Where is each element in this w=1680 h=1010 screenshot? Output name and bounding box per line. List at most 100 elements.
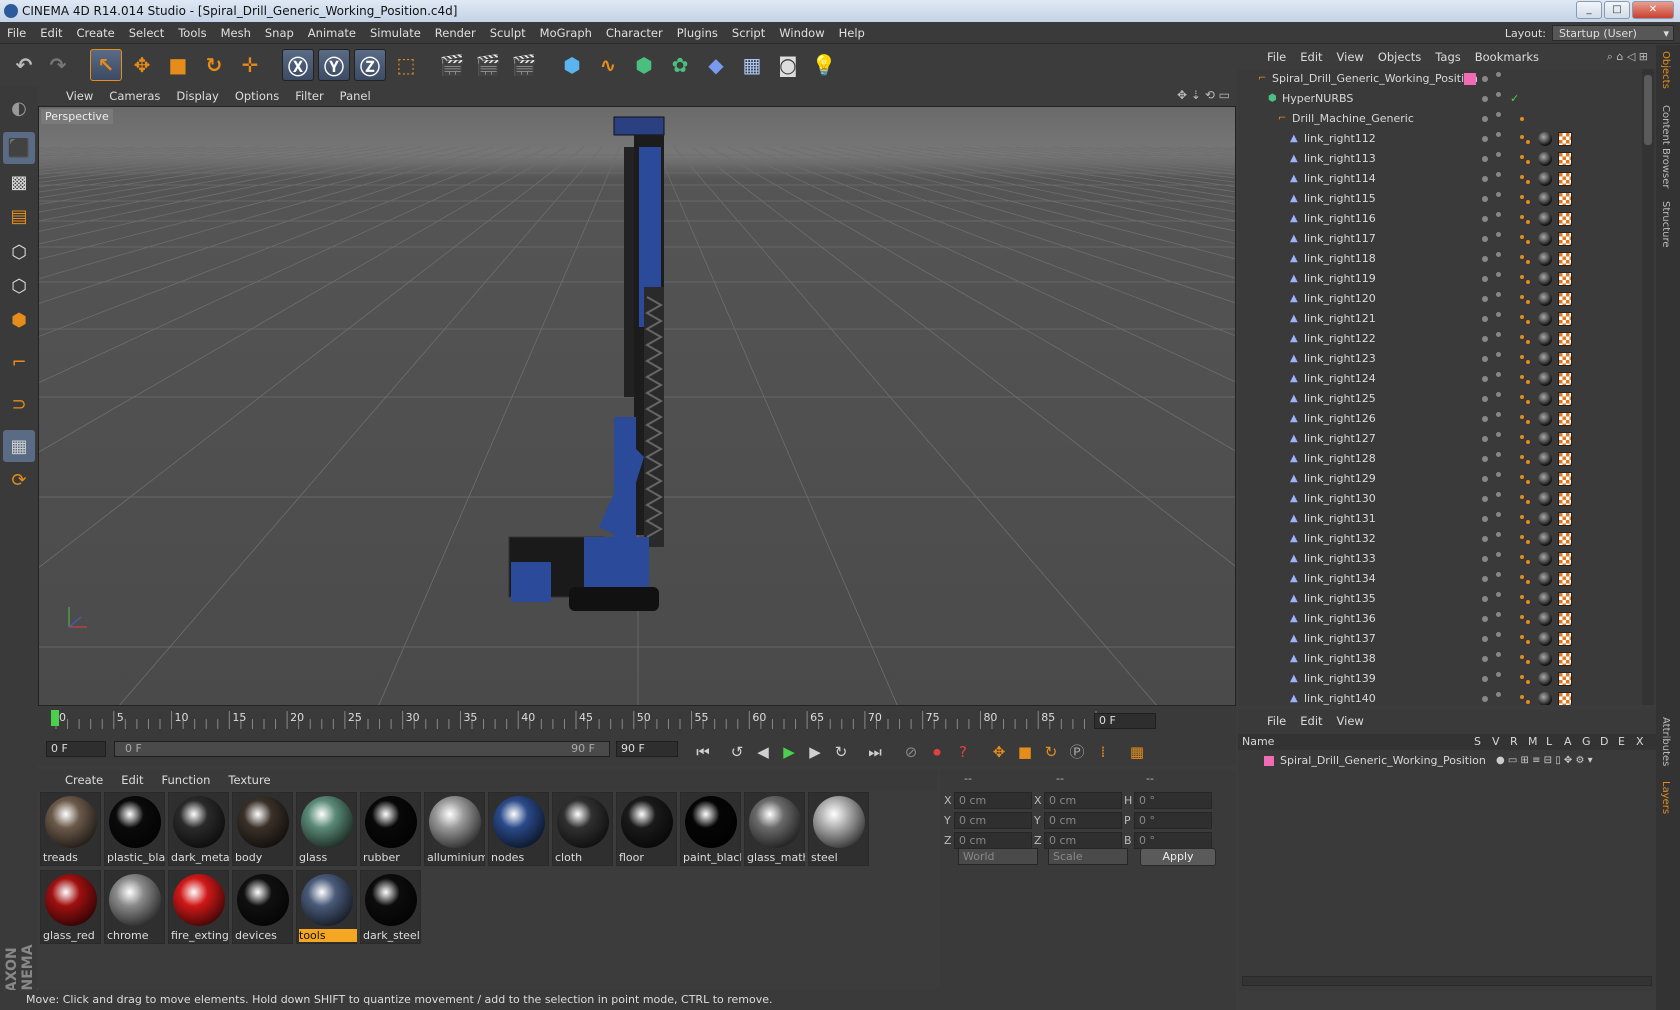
material-swatch[interactable]: tools (296, 870, 357, 944)
link-object[interactable]: ▲ link_right133 (1238, 549, 1642, 569)
tab-structure[interactable]: Structure (1660, 201, 1671, 248)
root-object[interactable]: ⌐ Spiral_Drill_Generic_Working_Position (1238, 69, 1642, 89)
layer-col-e[interactable]: E (1618, 734, 1625, 750)
texture-tag-icon[interactable] (1558, 512, 1572, 526)
phong-tag-icon[interactable] (1520, 695, 1524, 699)
maximize-button[interactable]: □ (1604, 1, 1630, 19)
material-tag-icon[interactable] (1538, 292, 1552, 306)
visibility-render-dot[interactable] (1496, 632, 1501, 637)
texture-tag-icon[interactable] (1558, 592, 1572, 606)
texture-tag-icon[interactable] (1558, 392, 1572, 406)
visibility-render-dot[interactable] (1496, 412, 1501, 417)
layer-col-r[interactable]: R (1510, 734, 1518, 750)
texture-tag-icon[interactable] (1558, 152, 1572, 166)
layer-flags-icons[interactable]: ● ▭ ⊞ ≡ ⊟ ▯ ✥ ⚙ ▾ (1496, 752, 1593, 770)
phong-tag-icon[interactable] (1520, 495, 1524, 499)
tab-content-browser[interactable]: Content Browser (1660, 105, 1671, 188)
tab-objects[interactable]: Objects (1660, 51, 1671, 89)
material-swatch[interactable]: steel (808, 792, 869, 866)
visibility-editor-dot[interactable] (1482, 336, 1488, 342)
link-object[interactable]: ▲ link_right131 (1238, 509, 1642, 529)
object-menu-file[interactable]: File (1260, 45, 1293, 69)
close-button[interactable]: ✕ (1632, 1, 1674, 19)
key-rotation-icon[interactable]: ↻ (1040, 741, 1062, 763)
menu-item-script[interactable]: Script (725, 22, 772, 44)
material-swatch[interactable]: devices (232, 870, 293, 944)
link-object[interactable]: ▲ link_right123 (1238, 349, 1642, 369)
phong-tag-icon[interactable] (1526, 400, 1530, 404)
layer-menu-view[interactable]: View (1330, 710, 1371, 732)
menu-item-help[interactable]: Help (832, 22, 872, 44)
link-object[interactable]: ▲ link_right125 (1238, 389, 1642, 409)
link-object[interactable]: ▲ link_right115 (1238, 189, 1642, 209)
phong-tag-icon[interactable] (1526, 540, 1530, 544)
layer-col-g[interactable]: G (1582, 734, 1591, 750)
material-swatch[interactable]: cloth (552, 792, 613, 866)
coord-field-x[interactable]: 0 cm (1044, 792, 1122, 809)
visibility-editor-dot[interactable] (1482, 156, 1488, 162)
playhead[interactable] (51, 710, 59, 726)
transform-icon[interactable]: ✛ (234, 49, 266, 81)
undo-icon[interactable]: ↶ (8, 49, 40, 81)
range-slider[interactable]: 0 F 90 F (114, 741, 610, 757)
visibility-render-dot[interactable] (1496, 552, 1501, 557)
texture-tag-icon[interactable] (1558, 212, 1572, 226)
material-tag-icon[interactable] (1538, 532, 1552, 546)
axis-mode-icon[interactable]: ⌐ (3, 346, 35, 378)
visibility-render-dot[interactable] (1496, 392, 1501, 397)
link-object[interactable]: ▲ link_right113 (1238, 149, 1642, 169)
material-menu-create[interactable]: Create (56, 770, 112, 790)
phong-tag-icon[interactable] (1526, 180, 1530, 184)
menu-item-snap[interactable]: Snap (258, 22, 301, 44)
object-menu-objects[interactable]: Objects (1371, 45, 1428, 69)
material-tag-icon[interactable] (1538, 692, 1552, 705)
visibility-editor-dot[interactable] (1482, 116, 1488, 122)
texture-tag-icon[interactable] (1558, 572, 1572, 586)
minimize-button[interactable]: _ (1576, 1, 1602, 19)
phong-tag-icon[interactable] (1526, 420, 1530, 424)
material-tag-icon[interactable] (1538, 152, 1552, 166)
material-tag-icon[interactable] (1538, 392, 1552, 406)
phong-tag-icon[interactable] (1526, 200, 1530, 204)
phong-tag-icon[interactable] (1520, 415, 1524, 419)
deformer-icon[interactable]: ◆ (700, 49, 732, 81)
link-object[interactable]: ▲ link_right137 (1238, 629, 1642, 649)
hypernurbs-object[interactable]: ⬢ HyperNURBS ✓ (1238, 89, 1642, 109)
link-object[interactable]: ▲ link_right130 (1238, 489, 1642, 509)
drill-machine-object[interactable]: ⌐ Drill_Machine_Generic (1238, 109, 1642, 129)
viewport-menu-cameras[interactable]: Cameras (101, 86, 168, 106)
material-swatch[interactable]: paint_black (680, 792, 741, 866)
link-object[interactable]: ▲ link_right117 (1238, 229, 1642, 249)
menu-item-create[interactable]: Create (70, 22, 122, 44)
phong-tag-icon[interactable] (1520, 655, 1524, 659)
visibility-editor-dot[interactable] (1482, 176, 1488, 182)
phong-tag-icon[interactable] (1520, 375, 1524, 379)
phong-tag-icon[interactable] (1526, 260, 1530, 264)
menu-item-tools[interactable]: Tools (171, 22, 213, 44)
texture-tag-icon[interactable] (1558, 532, 1572, 546)
mograph-icon[interactable]: ✿ (664, 49, 696, 81)
coord-field-x[interactable]: 0 cm (954, 792, 1032, 809)
material-tag-icon[interactable] (1538, 372, 1552, 386)
texture-tag-icon[interactable] (1558, 252, 1572, 266)
visibility-editor-dot[interactable] (1482, 296, 1488, 302)
apply-button[interactable]: Apply (1140, 848, 1216, 866)
object-menu-view[interactable]: View (1330, 45, 1371, 69)
texture-tag-icon[interactable] (1558, 172, 1572, 186)
texture-tag-icon[interactable] (1558, 652, 1572, 666)
viewport-menu-panel[interactable]: Panel (332, 86, 379, 106)
phong-tag-icon[interactable] (1520, 155, 1524, 159)
visibility-editor-dot[interactable] (1482, 576, 1488, 582)
cube-icon[interactable]: ⬢ (556, 49, 588, 81)
visibility-render-dot[interactable] (1496, 252, 1501, 257)
spline-icon[interactable]: ∿ (592, 49, 624, 81)
scroll-thumb[interactable] (1644, 75, 1652, 145)
link-object[interactable]: ▲ link_right138 (1238, 649, 1642, 669)
viewport-menu-display[interactable]: Display (168, 86, 226, 106)
material-swatch[interactable]: dark_steel (360, 870, 421, 944)
phong-tag-icon[interactable] (1520, 315, 1524, 319)
material-tag-icon[interactable] (1538, 472, 1552, 486)
visibility-render-dot[interactable] (1496, 132, 1501, 137)
phong-tag-icon[interactable] (1520, 555, 1524, 559)
texture-tag-icon[interactable] (1558, 632, 1572, 646)
